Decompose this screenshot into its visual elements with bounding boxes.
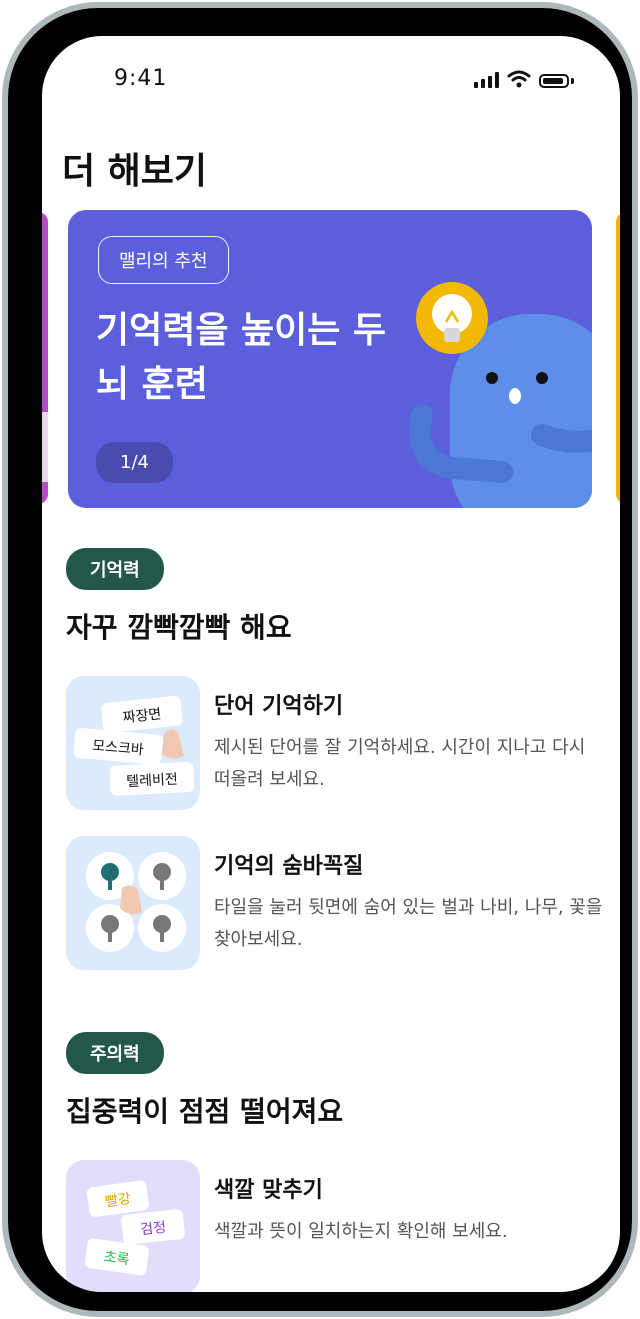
game-title-hide-and-seek: 기억의 숨바꼭질 [214,854,364,879]
mascot-lightbulb-icon [409,282,592,508]
game-item-word-memory[interactable]: 짜장면 모스크바 텔레비전 단어 기억하기 제시된 단어를 잘 기억하세요. 시… [66,676,606,812]
color-word-2: 검정 [140,1220,167,1239]
signal-icon [474,72,499,88]
color-words-icon: 빨강 검정 초록 [84,1180,185,1276]
section-title-memory: 자꾸 깜빡깜빡 해요 [66,611,292,644]
game-item-hide-and-seek[interactable]: 기억의 숨바꼭질 타일을 눌러 뒷면에 숨어 있는 벌과 나비, 나무, 꽃을 … [66,836,606,972]
recommend-banner[interactable]: 맬리의 추천 기억력을 높이는 두뇌 훈련 1/4 [68,210,592,508]
thumbnail-color-match: 빨강 검정 초록 [66,1160,200,1292]
game-item-color-match[interactable]: 빨강 검정 초록 색깔 맞추기 색깔과 뜻이 일치하는지 확인해 보세요. [66,1160,606,1292]
page-title: 더 해보기 [62,151,208,192]
screen: 9:41 더 해보기 맬리의 추천 기억력을 높이는 두뇌 훈련 1/4 기억력… [42,36,620,1292]
section-title-attention: 집중력이 점점 떨어져요 [66,1095,344,1128]
thumbnail-word-memory: 짜장면 모스크바 텔레비전 [66,676,200,810]
game-desc-color-match: 색깔과 뜻이 일치하는지 확인해 보세요. [214,1221,508,1242]
banner-title: 기억력을 높이는 두뇌 훈련 [96,310,387,405]
status-icons [474,70,574,88]
game-desc-word-memory: 제시된 단어를 잘 기억하세요. 시간이 지나고 다시 떠올려 보세요. [214,737,586,790]
word-cards-icon: 짜장면 모스크바 텔레비전 [73,695,195,796]
game-title-color-match: 색깔 맞추기 [214,1178,323,1203]
word-card-3: 텔레비전 [126,772,178,791]
banner-chip: 맬리의 추천 [98,236,229,284]
category-badge-memory: 기억력 [66,548,164,590]
banner-page-indicator: 1/4 [96,442,173,483]
carousel-next-card[interactable] [616,212,620,504]
battery-icon [539,74,569,88]
game-desc-hide-and-seek: 타일을 눌러 뒷면에 숨어 있는 벌과 나비, 나무, 꽃을 찾아보세요. [214,897,603,950]
game-title-word-memory: 단어 기억하기 [214,694,344,719]
carousel-prev-card[interactable] [42,212,48,504]
battery-cap [571,78,574,84]
tile-grid-icon [86,852,186,952]
wifi-icon [507,70,531,88]
thumbnail-hide-and-seek [66,836,200,970]
category-badge-attention: 주의력 [66,1032,164,1074]
phone-frame: 9:41 더 해보기 맬리의 추천 기억력을 높이는 두뇌 훈련 1/4 기억력… [2,2,638,1317]
status-time: 9:41 [114,66,168,91]
